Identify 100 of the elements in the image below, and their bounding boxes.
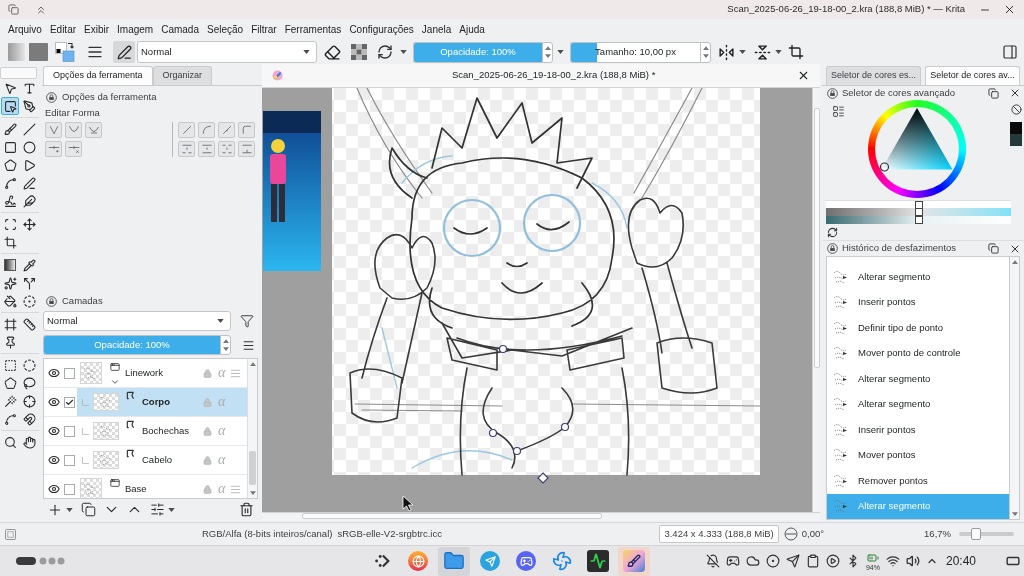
slider-handle[interactable] — [914, 208, 923, 216]
image-size-button[interactable]: 3.424 x 4.333 (188,8 MiB) — [659, 525, 779, 543]
dock-tab[interactable]: Opções da ferramenta — [43, 66, 153, 85]
menu-item[interactable]: Filtrar — [251, 22, 277, 37]
battery-icon[interactable] — [865, 551, 880, 564]
menu-item[interactable]: Exibir — [84, 22, 110, 37]
scroll-up-icon[interactable] — [249, 362, 256, 366]
close-icon[interactable] — [797, 69, 810, 82]
scrollbar[interactable] — [247, 359, 257, 498]
tool-button[interactable] — [1, 292, 19, 310]
node-button[interactable] — [238, 141, 255, 158]
color-marker-icon[interactable] — [879, 162, 890, 172]
close-icon[interactable] — [1003, 3, 1016, 16]
dock-tab[interactable]: Seletor de cores es... — [826, 66, 921, 85]
path-node-icon[interactable] — [537, 472, 549, 484]
menu-item[interactable]: Seleção — [207, 22, 244, 37]
tool-button[interactable] — [20, 215, 38, 233]
menu-item[interactable]: Camada — [161, 22, 199, 37]
menu-item[interactable]: Arquivo — [8, 22, 42, 37]
lock-icon[interactable] — [46, 295, 57, 307]
pattern-swatch[interactable] — [29, 43, 48, 61]
shade-bar[interactable] — [826, 208, 1011, 216]
scrollbar-thumb[interactable] — [813, 108, 820, 368]
path-node-icon[interactable] — [488, 428, 498, 438]
panel-icon[interactable] — [1002, 44, 1018, 60]
play-circle-icon[interactable] — [825, 554, 840, 568]
segment-button[interactable] — [238, 122, 255, 139]
menu-item[interactable]: Janela — [421, 22, 452, 37]
tool-button[interactable] — [20, 433, 38, 451]
crop-icon[interactable] — [788, 44, 804, 60]
refresh-icon[interactable] — [827, 226, 838, 238]
menu-item[interactable]: Configurações — [349, 22, 414, 37]
float-icon[interactable] — [988, 87, 999, 99]
node-button[interactable] — [178, 141, 195, 158]
tool-button[interactable] — [20, 97, 38, 115]
color-swatch[interactable] — [1010, 134, 1022, 146]
color-swatches-icon[interactable] — [55, 42, 75, 62]
menu-item[interactable]: Ferramentas — [284, 22, 342, 37]
node-button[interactable] — [198, 141, 215, 158]
eye-icon[interactable] — [48, 454, 60, 466]
document-tab[interactable]: Scan_2025-06-26_19-18-00_2.kra (188,8 MiB) * — [262, 64, 820, 88]
eye-icon[interactable] — [48, 396, 60, 408]
tool-button[interactable] — [20, 138, 38, 156]
scroll-down-icon[interactable] — [1011, 512, 1018, 516]
frame-icon[interactable] — [5, 528, 16, 540]
spin-down-icon[interactable] — [702, 54, 709, 58]
lock-icon[interactable] — [46, 91, 57, 103]
cloud-icon[interactable] — [745, 554, 760, 568]
history-item[interactable]: Inserir pontos — [827, 417, 1009, 443]
tool-button[interactable] — [1, 120, 19, 138]
checker-icon[interactable] — [351, 44, 367, 60]
filter-icon[interactable] — [240, 314, 254, 328]
list-settings-icon[interactable] — [832, 105, 845, 118]
dock-tab[interactable]: Seletor de cores av... — [925, 66, 1020, 85]
remove-point-button[interactable] — [65, 141, 82, 158]
point-type-button[interactable] — [65, 122, 82, 139]
segment-button[interactable] — [218, 122, 235, 139]
segment-button[interactable] — [178, 122, 195, 139]
clipboard-icon[interactable] — [805, 554, 820, 568]
color-swatch[interactable] — [1010, 122, 1022, 134]
eye-icon[interactable] — [48, 367, 60, 379]
scroll-up-icon[interactable] — [1011, 260, 1018, 264]
tool-button[interactable] — [20, 174, 38, 192]
dock-tab[interactable]: Organizar — [152, 66, 213, 85]
duplicate-icon[interactable] — [81, 502, 96, 517]
shade-bar[interactable] — [826, 216, 1011, 224]
spin-down-icon[interactable] — [222, 347, 229, 351]
layer-checkbox[interactable] — [64, 454, 75, 466]
tool-button[interactable] — [1, 97, 19, 115]
spin-up-icon[interactable] — [222, 339, 229, 343]
lock-icon[interactable] — [827, 87, 838, 99]
trash-icon[interactable] — [239, 502, 254, 517]
blend-mode-dropdown[interactable]: Normal — [137, 41, 317, 63]
menu-item[interactable]: Editar — [49, 22, 77, 37]
brush-preset-button[interactable] — [113, 41, 135, 63]
refresh-icon[interactable] — [377, 44, 393, 60]
history-item[interactable]: Inserir pontos — [827, 289, 1009, 315]
circle-dot-icon[interactable] — [765, 554, 780, 568]
clock[interactable]: 20:40 — [945, 552, 976, 570]
tool-button[interactable] — [20, 374, 38, 392]
rotation-dial-icon[interactable] — [783, 527, 798, 541]
flip-vertical-icon[interactable] — [754, 43, 771, 61]
scroll-down-icon[interactable] — [249, 491, 256, 495]
spin-up-icon[interactable] — [544, 46, 551, 50]
tool-button[interactable] — [20, 315, 38, 333]
eye-icon[interactable] — [48, 483, 60, 495]
rectangle-icon[interactable] — [1006, 554, 1020, 568]
wifi-icon[interactable] — [885, 554, 900, 568]
scrollbar-thumb[interactable] — [302, 513, 602, 519]
ban-icon[interactable] — [1010, 104, 1022, 115]
desktop-pager-icon[interactable] — [15, 556, 65, 566]
layer-checkbox[interactable] — [64, 483, 75, 495]
history-item[interactable]: Mover ponto de controle — [827, 340, 1009, 366]
menu-item[interactable]: Imagem — [117, 22, 154, 37]
blend-mode-dropdown[interactable]: Normal — [43, 311, 231, 331]
tool-button[interactable] — [20, 410, 38, 428]
slider-handle[interactable] — [914, 216, 923, 224]
menu-item[interactable]: Ajuda — [459, 22, 485, 37]
tool-button[interactable] — [1, 274, 19, 292]
layer-checkbox[interactable] — [64, 425, 75, 437]
